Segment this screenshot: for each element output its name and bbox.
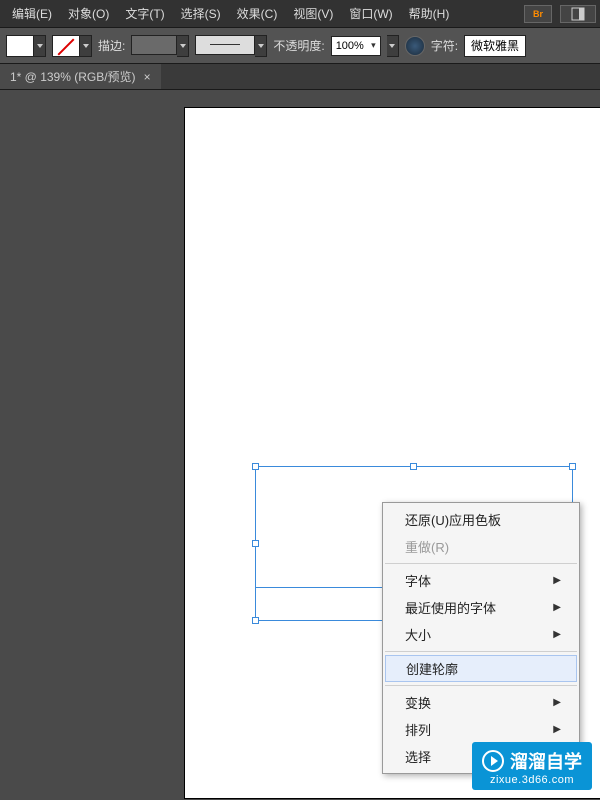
char-label: 字符: (431, 37, 458, 54)
stroke-weight-dropdown[interactable] (177, 35, 189, 57)
cm-undo[interactable]: 还原(U)应用色板 (383, 506, 579, 533)
play-icon (482, 750, 504, 772)
menubar: 编辑(E) 对象(O) 文字(T) 选择(S) 效果(C) 视图(V) 窗口(W… (0, 0, 600, 28)
stroke-label: 描边: (98, 37, 125, 54)
menu-edit[interactable]: 编辑(E) (4, 1, 60, 26)
menu-help[interactable]: 帮助(H) (401, 1, 458, 26)
handle-top-right[interactable] (569, 463, 576, 470)
cm-separator (385, 563, 577, 564)
handle-top-left[interactable] (252, 463, 259, 470)
stroke-color-dropdown[interactable] (80, 35, 92, 57)
handle-mid-left[interactable] (252, 540, 259, 547)
menu-text[interactable]: 文字(T) (117, 1, 172, 26)
document-tab[interactable]: 1* @ 139% (RGB/预览) × (0, 64, 161, 89)
menu-view[interactable]: 视图(V) (285, 1, 341, 26)
document-tab-bar: 1* @ 139% (RGB/预览) × (0, 64, 600, 90)
options-toolbar: 描边: 不透明度: 100% 字符: 微软雅黑 (0, 28, 600, 64)
chevron-right-icon: ▶ (553, 629, 561, 640)
cm-font-label: 字体 (405, 571, 431, 590)
bridge-icon[interactable]: Br (524, 5, 552, 23)
cm-recent-fonts[interactable]: 最近使用的字体 ▶ (383, 594, 579, 621)
globe-icon[interactable] (405, 36, 425, 56)
fill-color-dropdown[interactable] (34, 35, 46, 57)
menu-object[interactable]: 对象(O) (60, 1, 117, 26)
handle-bottom-left[interactable] (252, 617, 259, 624)
document-tab-label: 1* @ 139% (RGB/预览) (10, 68, 136, 85)
cm-arrange-label: 排列 (405, 720, 431, 739)
chevron-right-icon: ▶ (553, 724, 561, 735)
opacity-dropdown[interactable] (387, 35, 399, 57)
stroke-weight-preview[interactable] (131, 35, 177, 55)
chevron-right-icon: ▶ (553, 697, 561, 708)
cm-recent-fonts-label: 最近使用的字体 (405, 598, 496, 617)
chevron-right-icon: ▶ (553, 602, 561, 613)
cm-redo: 重做(R) (383, 533, 579, 560)
stroke-style-field[interactable] (195, 35, 255, 55)
opacity-label: 不透明度: (273, 37, 324, 54)
context-menu: 还原(U)应用色板 重做(R) 字体 ▶ 最近使用的字体 ▶ 大小 ▶ 创建轮廓… (382, 502, 580, 774)
font-family-field[interactable]: 微软雅黑 (464, 35, 526, 57)
cm-arrange[interactable]: 排列 ▶ (383, 716, 579, 743)
cm-select-label: 选择 (405, 747, 431, 766)
menu-select[interactable]: 选择(S) (173, 1, 229, 26)
handle-top-mid[interactable] (410, 463, 417, 470)
workspace: 还原(U)应用色板 重做(R) 字体 ▶ 最近使用的字体 ▶ 大小 ▶ 创建轮廓… (0, 90, 600, 800)
chevron-right-icon: ▶ (553, 575, 561, 586)
cm-font[interactable]: 字体 ▶ (383, 567, 579, 594)
fill-color-swatch[interactable] (6, 35, 34, 57)
watermark-url: zixue.3d66.com (482, 774, 582, 786)
cm-transform-label: 变换 (405, 693, 431, 712)
workspace-layout-icon[interactable] (560, 5, 596, 23)
cm-size[interactable]: 大小 ▶ (383, 621, 579, 648)
stroke-color-swatch[interactable] (52, 35, 80, 57)
menu-window[interactable]: 窗口(W) (341, 1, 400, 26)
opacity-field[interactable]: 100% (331, 36, 381, 56)
cm-separator (385, 651, 577, 652)
cm-create-outlines[interactable]: 创建轮廓 (385, 655, 577, 682)
menu-effect[interactable]: 效果(C) (229, 1, 286, 26)
watermark-text: 溜溜自学 (510, 748, 582, 774)
cm-transform[interactable]: 变换 ▶ (383, 689, 579, 716)
cm-separator (385, 685, 577, 686)
stroke-style-dropdown[interactable] (255, 35, 267, 57)
close-tab-icon[interactable]: × (144, 70, 151, 84)
watermark: 溜溜自学 zixue.3d66.com (472, 742, 592, 790)
cm-size-label: 大小 (405, 625, 431, 644)
